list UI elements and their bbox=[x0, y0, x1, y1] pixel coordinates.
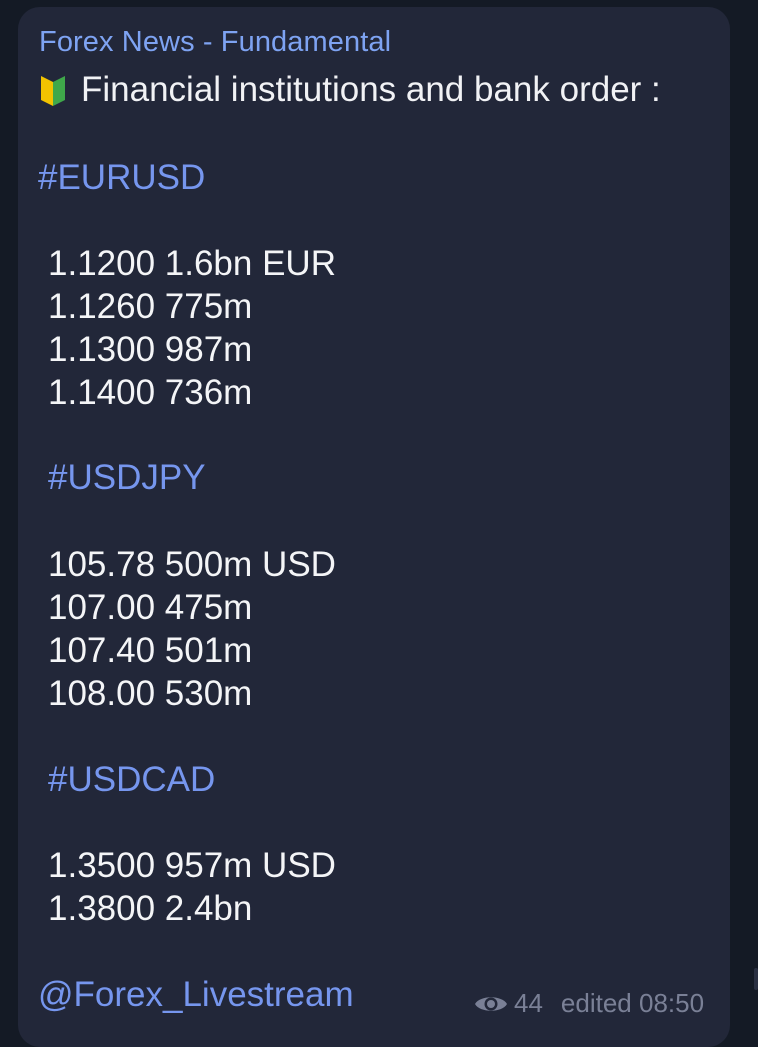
hashtag-usdcad[interactable]: #USDCAD bbox=[48, 760, 215, 800]
order-line: 1.1300 987m bbox=[48, 330, 253, 369]
hashtag-eurusd[interactable]: #EURUSD bbox=[38, 158, 205, 198]
eye-icon bbox=[475, 996, 507, 1011]
sender-name[interactable]: Forex News - Fundamental bbox=[39, 26, 391, 59]
view-count: 44 bbox=[514, 988, 543, 1018]
order-line: 107.00 475m bbox=[48, 588, 253, 627]
order-line: 1.3800 2.4bn bbox=[48, 889, 253, 928]
order-line: 1.1400 736m bbox=[48, 373, 253, 412]
order-line: 1.1260 775m bbox=[48, 287, 253, 326]
channel-signature-link[interactable]: @Forex_Livestream bbox=[38, 975, 354, 1015]
order-line: 105.78 500m USD bbox=[48, 545, 336, 584]
edited-timestamp: edited 08:50 bbox=[560, 988, 705, 1018]
message-meta: 44 edited 08:50 bbox=[474, 988, 704, 1019]
order-line: 108.00 530m bbox=[48, 674, 253, 713]
scroll-edge bbox=[754, 968, 758, 990]
beginner-badge-icon bbox=[39, 73, 67, 107]
message-bubble: Forex News - Fundamental Financial insti… bbox=[18, 7, 730, 1047]
message-headline: Financial institutions and bank order : bbox=[39, 70, 661, 110]
order-line: 107.40 501m bbox=[48, 631, 253, 670]
order-line: 1.1200 1.6bn EUR bbox=[48, 244, 336, 283]
order-line: 1.3500 957m USD bbox=[48, 846, 336, 885]
headline-text: Financial institutions and bank order : bbox=[81, 70, 661, 109]
hashtag-usdjpy[interactable]: #USDJPY bbox=[48, 458, 206, 498]
